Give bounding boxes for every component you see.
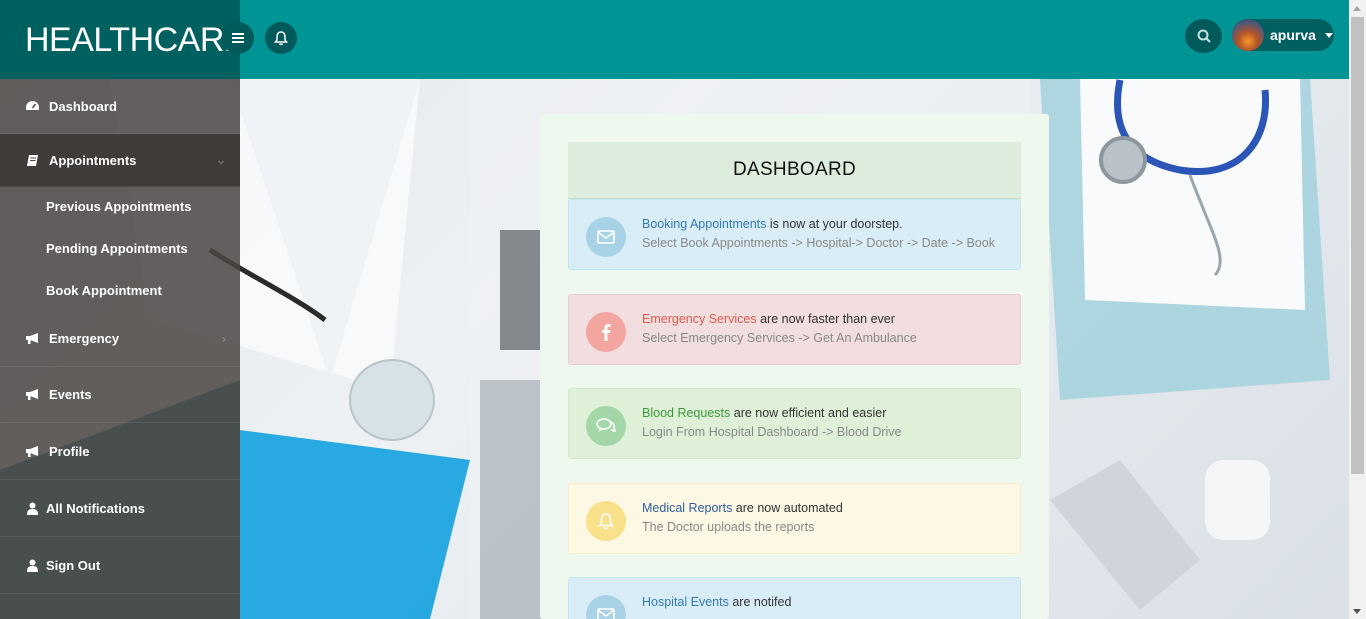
chevron-right-icon: › xyxy=(222,331,226,346)
alert-detail: The Doctor uploads the reports xyxy=(642,520,815,534)
scrollbar-thumb[interactable] xyxy=(1351,17,1364,474)
alert-blood-requests: Blood Requests are now efficient and eas… xyxy=(568,388,1021,459)
bullhorn-icon xyxy=(24,388,40,402)
brand-text: HEALTHCARE xyxy=(25,21,240,59)
facebook-icon xyxy=(586,312,626,352)
alert-highlight[interactable]: Booking Appointments xyxy=(642,217,766,231)
hamburger-icon xyxy=(232,33,244,43)
brand-logo[interactable]: HEALTHCARE xyxy=(0,0,240,79)
notifications-button[interactable] xyxy=(265,22,297,54)
page-scrollbar[interactable] xyxy=(1349,0,1366,619)
alert-text: are now efficient and easier xyxy=(730,406,887,420)
bullhorn-icon xyxy=(24,444,40,458)
sidebar-item-events[interactable]: Events xyxy=(0,367,240,423)
dashboard-icon xyxy=(24,99,40,113)
alert-booking-appointments: Booking Appointments is now at your door… xyxy=(568,199,1021,270)
sidebar-item-label: Sign Out xyxy=(46,557,101,573)
alert-text: are now faster than ever xyxy=(756,312,895,326)
alert-highlight[interactable]: Emergency Services xyxy=(642,312,757,326)
alert-text: are notifed xyxy=(728,595,792,609)
avatar xyxy=(1232,19,1264,51)
sidebar-item-dashboard[interactable]: Dashboard xyxy=(0,79,240,134)
alert-detail: Login From Hospital Dashboard -> Blood D… xyxy=(642,425,902,439)
sidebar-item-appointments[interactable]: Appointments ⌄ xyxy=(0,134,240,187)
sidebar-item-emergency[interactable]: Emergency › xyxy=(0,311,240,367)
chevron-down-icon xyxy=(1324,32,1333,38)
comments-icon xyxy=(586,406,626,446)
alert-detail: Select Book Appointments -> Hospital-> D… xyxy=(642,236,995,250)
bullhorn-icon xyxy=(24,332,40,346)
scroll-down-arrow-icon[interactable] xyxy=(1353,609,1361,614)
alert-highlight[interactable]: Hospital Events xyxy=(642,595,729,609)
sidebar-item-profile[interactable]: Profile xyxy=(0,423,240,480)
alert-detail: Select Emergency Services -> Get An Ambu… xyxy=(642,331,917,345)
book-icon xyxy=(24,153,40,167)
sidebar-item-all-notifications[interactable]: All Notifications xyxy=(0,480,240,537)
bell-icon xyxy=(274,30,288,45)
sidebar-item-label: Dashboard xyxy=(49,98,117,114)
sidebar-item-label: Appointments xyxy=(49,152,137,168)
dashboard-card: DASHBOARD Booking Appointments is now at… xyxy=(540,114,1049,619)
search-button[interactable] xyxy=(1185,19,1222,53)
sidebar-item-label: Profile xyxy=(49,443,90,459)
sidebar-subitem-pending-appointments[interactable]: Pending Appointments xyxy=(46,241,188,256)
sidebar-item-label: All Notifications xyxy=(46,500,145,516)
sidebar-subitem-book-appointment[interactable]: Book Appointment xyxy=(46,283,162,298)
scroll-up-arrow-icon[interactable] xyxy=(1353,6,1361,11)
user-icon xyxy=(24,501,40,515)
sidebar: Dashboard Appointments ⌄ Previous Appoin… xyxy=(0,79,240,619)
user-icon xyxy=(24,558,40,572)
envelope-icon xyxy=(586,217,626,257)
alert-text: is now at your doorstep. xyxy=(766,217,903,231)
alert-medical-reports: Medical Reports are now automated The Do… xyxy=(568,483,1021,554)
alert-emergency-services: Emergency Services are now faster than e… xyxy=(568,294,1021,365)
alert-highlight[interactable]: Medical Reports xyxy=(642,501,732,515)
sidebar-item-sign-out[interactable]: Sign Out xyxy=(0,537,240,594)
menu-toggle-button[interactable] xyxy=(222,22,254,54)
user-menu-dropdown[interactable]: apurva xyxy=(1232,19,1334,51)
sidebar-subitem-previous-appointments[interactable]: Previous Appointments xyxy=(46,199,191,214)
top-navbar: HEALTHCARE apurva xyxy=(0,0,1349,79)
alert-highlight[interactable]: Blood Requests xyxy=(642,406,730,420)
bell-icon xyxy=(586,501,626,541)
envelope-icon xyxy=(586,595,626,619)
sidebar-item-label: Emergency xyxy=(49,331,120,346)
sidebar-item-label: Events xyxy=(49,387,92,402)
page-title: DASHBOARD xyxy=(568,142,1021,199)
alert-hospital-events: Hospital Events are notifed xyxy=(568,577,1021,619)
chevron-down-icon: ⌄ xyxy=(215,153,226,167)
alert-text: are now automated xyxy=(732,501,843,515)
search-icon xyxy=(1197,29,1211,43)
user-name: apurva xyxy=(1270,27,1316,43)
